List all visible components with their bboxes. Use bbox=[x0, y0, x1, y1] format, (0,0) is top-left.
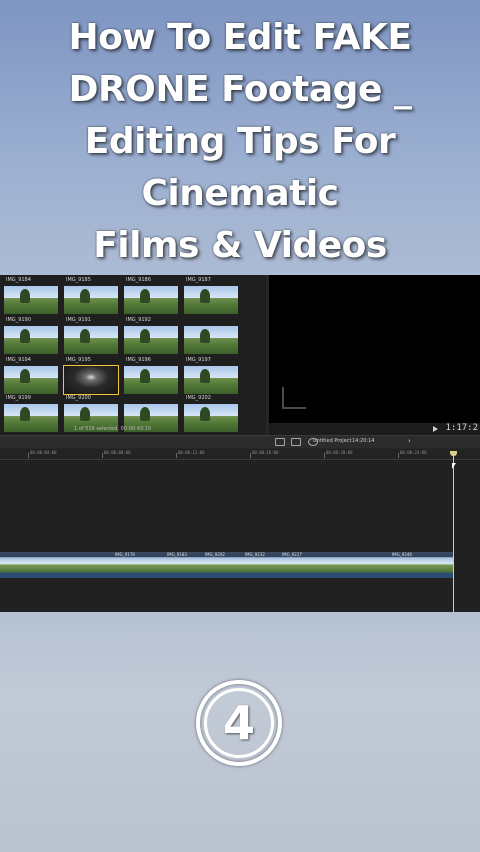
clip-label: IMG_9195 bbox=[66, 357, 91, 363]
playhead[interactable] bbox=[453, 453, 454, 612]
viewer-crop-corner bbox=[282, 387, 306, 409]
clip-thumbnail bbox=[4, 366, 58, 394]
clip-thumbnail bbox=[184, 286, 238, 314]
browser-clip[interactable]: IMG_9197 bbox=[184, 357, 238, 397]
timeline-clip[interactable] bbox=[345, 552, 391, 578]
clip-label: IMG_9200 bbox=[66, 395, 91, 401]
browser-clip[interactable]: IMG_9202 bbox=[184, 395, 238, 435]
title-line: Cinematic bbox=[141, 173, 340, 214]
clip-thumbnail bbox=[124, 326, 178, 354]
ruler-label: 00:00:04:00 bbox=[30, 450, 57, 455]
clip-label: IMG_9187 bbox=[186, 277, 211, 283]
clip-label: IMG_9190 bbox=[6, 317, 31, 323]
clip-appearance-icon[interactable] bbox=[275, 438, 285, 446]
ruler-label: 00:00:20:00 bbox=[326, 450, 353, 455]
timeline-clip-label: IMG_9183 bbox=[167, 552, 187, 557]
timeline-clip[interactable] bbox=[60, 552, 114, 578]
browser-clip[interactable]: IMG_9186 bbox=[124, 277, 178, 317]
video-editor-screenshot: IMG_9184 IMG_9185 IMG_9186 IMG_9187 IMG_… bbox=[0, 275, 480, 612]
browser-clip[interactable] bbox=[184, 317, 238, 357]
clip-label: IMG_9199 bbox=[6, 395, 31, 401]
step-number: 4 bbox=[222, 696, 255, 750]
clip-thumbnail bbox=[184, 326, 238, 354]
timeline-clip-label: IMG_9246 bbox=[392, 552, 412, 557]
ruler-label: 00:00:12:00 bbox=[178, 450, 205, 455]
clip-label: IMG_9194 bbox=[6, 357, 31, 363]
timeline-clip[interactable]: IMG_9183 bbox=[165, 552, 204, 578]
browser-clip[interactable]: IMG_9196 bbox=[124, 357, 178, 397]
viewer-controls: 1:17:2 bbox=[269, 423, 480, 435]
ruler-label: 00:00:16:00 bbox=[252, 450, 279, 455]
clip-label: IMG_9192 bbox=[126, 317, 151, 323]
clip-label: IMG_9184 bbox=[6, 277, 31, 283]
ruler-label: 00:00:08:00 bbox=[104, 450, 131, 455]
clip-label: IMG_9196 bbox=[126, 357, 151, 363]
timeline-clip[interactable]: IMG_9246 bbox=[390, 552, 454, 578]
timeline-clip[interactable] bbox=[0, 552, 61, 578]
timeline: IMG_9176 IMG_9183 IMG_9202 IMG_9232 IMG_… bbox=[0, 460, 480, 612]
clip-thumbnail bbox=[4, 404, 58, 432]
title-line: Editing Tips For bbox=[84, 121, 396, 162]
viewer bbox=[269, 275, 480, 423]
timeline-clip[interactable]: IMG_9232 bbox=[243, 552, 281, 578]
clip-label: IMG_9191 bbox=[66, 317, 91, 323]
clip-label: IMG_9202 bbox=[186, 395, 211, 401]
browser-clip[interactable]: IMG_9194 bbox=[4, 357, 58, 397]
timeline-clip[interactable]: IMG_9227 bbox=[280, 552, 346, 578]
play-icon[interactable] bbox=[433, 426, 438, 432]
clip-thumbnail bbox=[184, 366, 238, 394]
clip-label: IMG_9197 bbox=[186, 357, 211, 363]
browser-clip[interactable]: IMG_9199 bbox=[4, 395, 58, 435]
timeline-ruler[interactable]: 00:00:04:00 00:00:08:00 00:00:12:00 00:0… bbox=[0, 449, 480, 460]
clip-thumbnail bbox=[63, 365, 119, 395]
ruler-tick bbox=[398, 453, 399, 458]
clip-thumbnail bbox=[124, 366, 178, 394]
ruler-tick bbox=[250, 453, 251, 458]
clip-label: IMG_9185 bbox=[66, 277, 91, 283]
browser-clip[interactable]: IMG_9185 bbox=[64, 277, 118, 317]
timeline-clip-label: IMG_9202 bbox=[205, 552, 225, 557]
browser-clip[interactable]: IMG_9192 bbox=[124, 317, 178, 357]
browser-clip[interactable]: IMG_9190 bbox=[4, 317, 58, 357]
select-tool-icon[interactable] bbox=[291, 438, 301, 446]
ruler-label: 00:00:24:00 bbox=[400, 450, 427, 455]
video-title: How To Edit FAKE DRONE Footage _ Editing… bbox=[0, 12, 480, 272]
title-line: DRONE Footage _ bbox=[68, 69, 412, 110]
clip-thumbnail bbox=[184, 404, 238, 432]
step-number-ring: 4 bbox=[204, 688, 274, 758]
title-line: Films & Videos bbox=[93, 225, 387, 266]
clip-thumbnail bbox=[124, 286, 178, 314]
title-line: How To Edit FAKE bbox=[68, 17, 412, 58]
timeline-clip-label: IMG_9176 bbox=[115, 552, 135, 557]
primary-storyline: IMG_9176 IMG_9183 IMG_9202 IMG_9232 IMG_… bbox=[0, 552, 455, 578]
mouse-cursor-icon bbox=[452, 463, 456, 469]
viewer-timecode: 1:17:2 bbox=[445, 423, 478, 433]
clip-thumbnail bbox=[64, 286, 118, 314]
ruler-tick bbox=[28, 453, 29, 458]
clip-label: IMG_9186 bbox=[126, 277, 151, 283]
project-name: Untitled Project bbox=[313, 438, 352, 444]
browser-clip[interactable]: IMG_9195 bbox=[63, 357, 119, 397]
browser-status: 1 of 516 selected, 00:00:43:10 bbox=[74, 426, 152, 432]
browser-clip[interactable]: IMG_9184 bbox=[4, 277, 58, 317]
ruler-tick bbox=[176, 453, 177, 458]
media-browser: IMG_9184 IMG_9185 IMG_9186 IMG_9187 IMG_… bbox=[0, 275, 266, 435]
timeline-toolbar: Untitled Project 14:20:14 › bbox=[0, 435, 480, 448]
clip-thumbnail bbox=[64, 326, 118, 354]
chevron-right-icon[interactable]: › bbox=[408, 437, 411, 445]
browser-clip[interactable]: IMG_9187 bbox=[184, 277, 238, 317]
ruler-tick bbox=[102, 453, 103, 458]
ruler-tick bbox=[324, 453, 325, 458]
clip-thumbnail bbox=[4, 326, 58, 354]
clip-thumbnail bbox=[4, 286, 58, 314]
timeline-clip-label: IMG_9232 bbox=[245, 552, 265, 557]
browser-clip[interactable]: IMG_9191 bbox=[64, 317, 118, 357]
project-length: 14:20:14 bbox=[352, 438, 375, 444]
timeline-clip[interactable]: IMG_9202 bbox=[203, 552, 244, 578]
timeline-clip-label: IMG_9227 bbox=[282, 552, 302, 557]
step-number-badge: 4 bbox=[196, 680, 282, 766]
timeline-clip[interactable]: IMG_9176 bbox=[113, 552, 166, 578]
